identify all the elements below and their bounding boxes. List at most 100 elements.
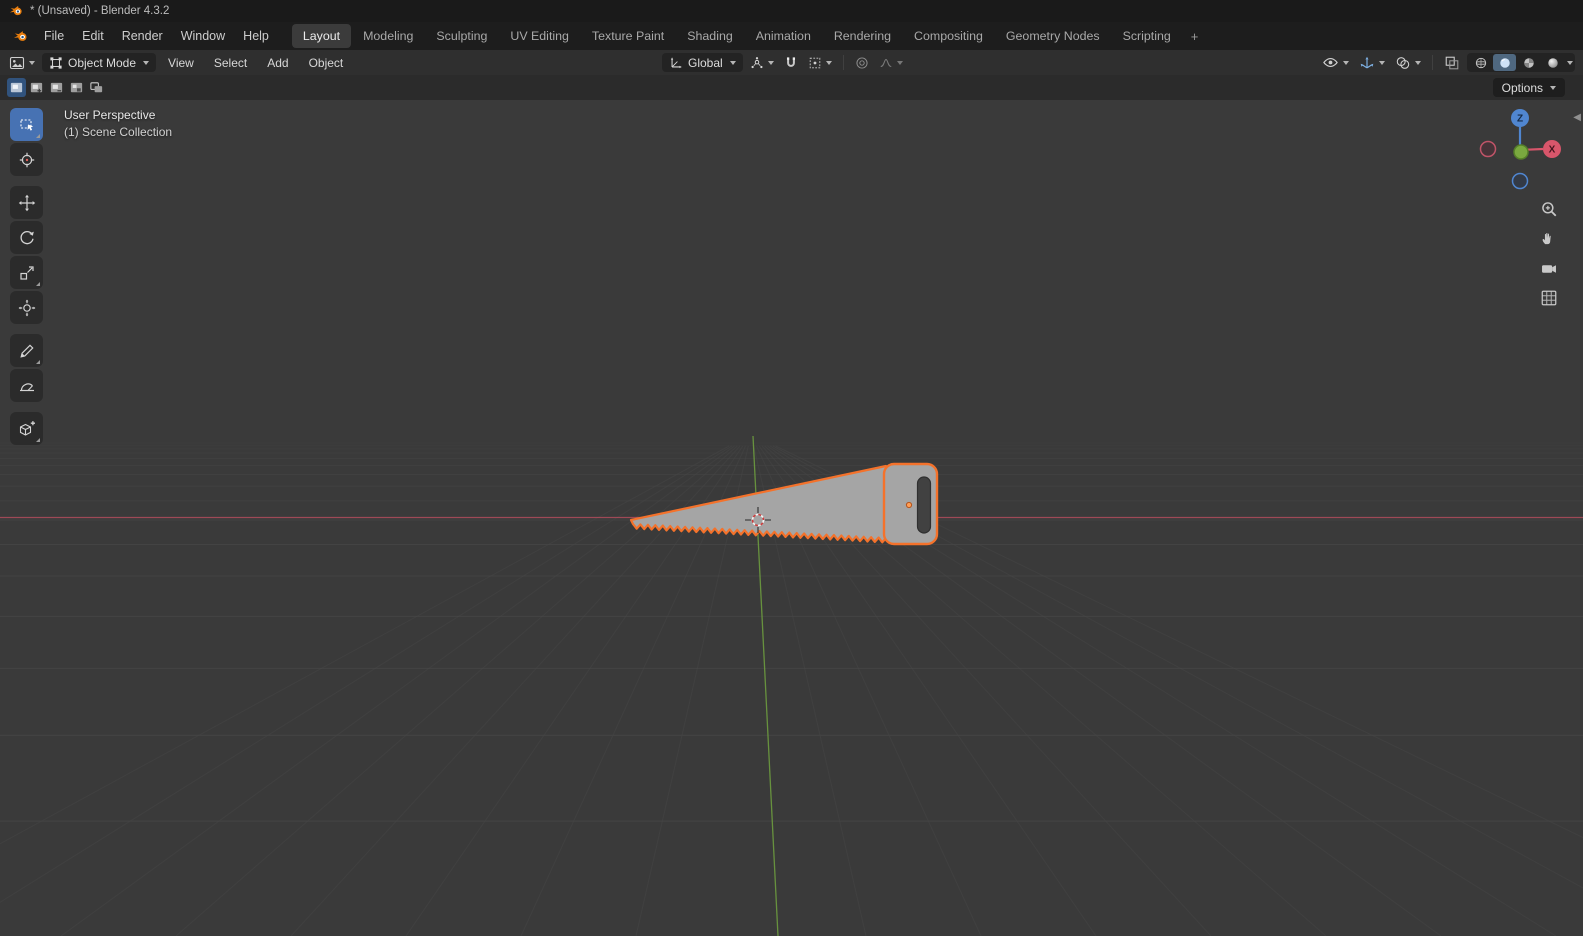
mode-label: Object Mode [68,55,137,70]
snap-target-icon [809,57,820,68]
tool-settings-bar: Options [0,75,1583,100]
gizmo-z-neg-ball[interactable] [1511,172,1529,190]
menu-select[interactable]: Select [206,54,255,72]
select-box-icon [19,118,33,131]
view-perspective-label: User Perspective [64,108,156,122]
menu-help[interactable]: Help [234,25,278,47]
chevron-down-icon [767,60,774,65]
orientation-axes-icon [670,56,682,68]
tab-compositing[interactable]: Compositing [903,24,994,48]
shading-rendered-button[interactable] [1541,54,1564,71]
camera-icon [1542,265,1556,273]
gizmos-dropdown[interactable] [1356,53,1388,72]
chevron-down-icon [729,60,736,65]
menu-file[interactable]: File [35,25,73,47]
chevron-down-icon [29,60,35,65]
menubar: File Edit Render Window Help Layout Mode… [0,22,1583,50]
tab-texture-paint[interactable]: Texture Paint [581,24,675,48]
select-mode-extend-button[interactable] [27,78,46,97]
tab-modeling[interactable]: Modeling [352,24,424,48]
tab-layout[interactable]: Layout [291,24,352,48]
tool-move[interactable] [10,186,43,219]
overlays-dropdown[interactable] [1392,53,1424,72]
tool-rotate[interactable] [10,221,43,254]
tab-scripting[interactable]: Scripting [1112,24,1182,48]
tool-measure[interactable] [10,369,43,402]
camera-view-control[interactable] [1536,256,1562,282]
sidebar-collapse-arrow[interactable]: ◀ [1573,112,1581,123]
workspace-tabs: Layout Modeling Sculpting UV Editing Tex… [291,24,1207,49]
toggle-orthographic-control[interactable] [1536,285,1562,311]
proportional-editing-button[interactable] [852,53,872,72]
app-menu-button[interactable] [6,27,35,46]
pan-control[interactable] [1536,226,1562,252]
editor-type-button[interactable] [6,53,38,72]
material-sphere-icon [1523,57,1534,68]
transform-icon [18,299,35,316]
visibility-dropdown[interactable] [1319,53,1352,72]
shading-solid-button[interactable] [1493,54,1516,71]
select-mode-subtract-button[interactable] [47,78,66,97]
menu-object[interactable]: Object [301,54,352,72]
tool-cursor[interactable] [10,143,43,176]
proportional-falloff-dropdown[interactable] [876,53,906,72]
cursor-tool-icon [19,152,34,167]
tool-scale[interactable] [10,256,43,289]
divider [842,55,844,70]
object-mode-icon [50,56,62,69]
select-subtract-icon [50,82,63,93]
tab-uv-editing[interactable]: UV Editing [499,24,580,48]
zoom-control[interactable] [1536,196,1562,222]
tool-add-cube[interactable] [10,412,43,445]
tool-transform[interactable] [10,291,43,324]
xray-icon [1445,56,1459,69]
tab-geometry-nodes[interactable]: Geometry Nodes [995,24,1111,48]
measure-icon [19,382,34,391]
select-mode-set-button[interactable] [7,78,26,97]
pan-hand-icon [1542,233,1551,245]
gizmo-y-ball[interactable] [1513,144,1529,160]
magnet-icon [786,56,795,67]
menu-render[interactable]: Render [113,25,172,47]
scene-svg[interactable] [0,100,1583,936]
options-dropdown[interactable]: Options [1492,78,1565,97]
snap-toggle-button[interactable] [781,53,801,72]
object-origin-dot [905,501,913,509]
select-mode-group [7,78,106,97]
zoom-magnifier-icon [1542,202,1557,217]
menu-view[interactable]: View [160,54,202,72]
saw-object[interactable] [629,462,939,546]
mode-dropdown[interactable]: Object Mode [42,53,157,72]
chevron-down-icon [1415,60,1421,65]
viewport-3d[interactable]: User Perspective (1) Scene Collection Z … [0,100,1583,936]
shading-wireframe-button[interactable] [1469,54,1492,71]
viewport-header: Object Mode View Select Add Object Globa… [0,50,1583,75]
pivot-point-dropdown[interactable] [747,53,777,72]
select-mode-invert-button[interactable] [67,78,86,97]
menu-add[interactable]: Add [259,54,296,72]
divider [1432,55,1433,70]
xray-toggle-button[interactable] [1441,53,1463,72]
tool-annotate[interactable] [10,334,43,367]
menu-window[interactable]: Window [172,25,234,47]
tool-select-box[interactable] [10,108,43,141]
tab-rendering[interactable]: Rendering [823,24,902,48]
select-mode-intersect-button[interactable] [87,78,106,97]
editor-type-icon [9,56,25,69]
tab-animation[interactable]: Animation [745,24,822,48]
nav-gizmo[interactable]: Z X [1476,106,1564,194]
snap-settings-dropdown[interactable] [805,53,835,72]
transform-orientation-dropdown[interactable]: Global [662,53,743,72]
chevron-down-icon [143,60,150,65]
menu-edit[interactable]: Edit [73,25,113,47]
tab-shading[interactable]: Shading [676,24,743,48]
gizmo-x-neg-ball[interactable] [1479,140,1497,158]
chevron-down-icon [825,60,832,65]
blender-logo-icon [13,30,27,41]
tab-sculpting[interactable]: Sculpting [425,24,498,48]
add-workspace-button[interactable]: + [1183,24,1207,49]
orientation-label: Global [688,55,723,70]
shading-material-button[interactable] [1517,54,1540,71]
chevron-down-icon [1567,60,1573,65]
wireframe-sphere-icon [1475,57,1486,68]
